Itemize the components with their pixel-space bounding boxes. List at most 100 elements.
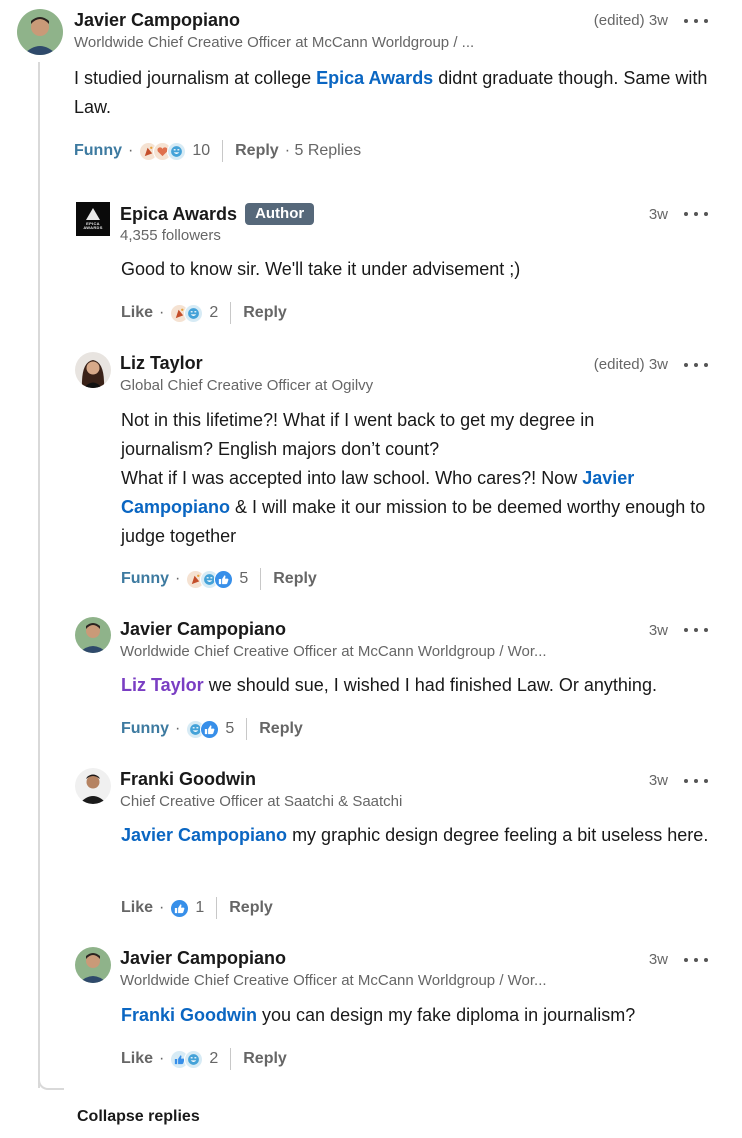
author-headline: Worldwide Chief Creative Officer at McCa…	[74, 34, 475, 51]
divider	[216, 897, 218, 919]
reaction-count[interactable]: 5	[239, 570, 248, 588]
reaction-button[interactable]: Funny	[121, 570, 169, 588]
reactions-summary[interactable]	[186, 569, 234, 589]
funny-icon	[184, 1049, 204, 1069]
author-headline: Worldwide Chief Creative Officer at McCa…	[120, 643, 547, 660]
author-name[interactable]: Liz Taylor	[120, 353, 203, 374]
mention-link[interactable]: Franki Goodwin	[121, 1005, 257, 1025]
divider	[230, 1048, 232, 1070]
reaction-button[interactable]: Funny	[74, 142, 122, 160]
more-options-icon[interactable]	[684, 13, 708, 29]
separator-dot: ·	[159, 304, 165, 321]
author-headline: Worldwide Chief Creative Officer at McCa…	[120, 972, 547, 989]
replies-count-link[interactable]: · 5 Replies	[285, 142, 361, 160]
separator-dot: ·	[159, 899, 165, 916]
avatar[interactable]	[75, 617, 111, 653]
comment-text-part: we should sue, I wished I had finished L…	[203, 675, 657, 695]
reaction-count[interactable]: 10	[192, 142, 210, 160]
mention-link[interactable]: Javier Campopiano	[121, 825, 287, 845]
comment-timestamp: (edited) 3w	[594, 356, 668, 373]
more-options-icon[interactable]	[684, 206, 708, 222]
like-button[interactable]: Like	[121, 1050, 153, 1068]
divider	[260, 568, 262, 590]
reply-button[interactable]: Reply	[235, 142, 279, 160]
comment-line: What if I was accepted into law school. …	[121, 464, 711, 551]
comment-timestamp: (edited) 3w	[594, 12, 668, 29]
edited-label: (edited)	[593, 12, 645, 29]
avatar[interactable]	[75, 352, 111, 388]
comment-text-part: you can design my fake diploma in journa…	[257, 1005, 636, 1025]
reaction-count[interactable]: 2	[209, 304, 218, 322]
comment-text: Franki Goodwin you can design my fake di…	[121, 1001, 721, 1030]
comment-actions: Funny · 5 Reply	[121, 718, 303, 740]
like-button[interactable]: Like	[121, 304, 153, 322]
reaction-count[interactable]: 1	[195, 899, 204, 917]
reply-button[interactable]: Reply	[259, 720, 303, 738]
thread-line-end	[38, 1078, 64, 1090]
author-name[interactable]: Franki Goodwin	[120, 769, 256, 790]
comment-text: Javier Campopiano my graphic design degr…	[121, 821, 731, 850]
time-label: 3w	[648, 356, 668, 373]
reaction-count[interactable]: 2	[209, 1050, 218, 1068]
author-name[interactable]: Javier Campopiano	[74, 10, 240, 31]
reply-button[interactable]: Reply	[273, 570, 317, 588]
avatar[interactable]	[17, 9, 63, 55]
company-logo[interactable]: EPICA AWARDS	[76, 202, 110, 236]
more-options-icon[interactable]	[684, 622, 708, 638]
author-name[interactable]: Epica Awards	[120, 204, 237, 225]
comment-text-part: I studied journalism at college	[74, 68, 317, 88]
more-options-icon[interactable]	[684, 773, 708, 789]
avatar[interactable]	[75, 768, 111, 804]
comment-actions: Like · 2 Reply	[121, 1048, 287, 1070]
comment-actions: Like · 1 Reply	[121, 897, 273, 919]
avatar[interactable]	[75, 947, 111, 983]
reaction-count[interactable]: 5	[225, 720, 234, 738]
comment-actions: Funny · 5 Reply	[121, 568, 317, 590]
separator-dot: ·	[175, 570, 181, 587]
reply-button[interactable]: Reply	[229, 899, 273, 917]
comment-text: Not in this lifetime?! What if I went ba…	[121, 406, 711, 551]
comment-actions: Funny · 10 Reply · 5 Replies	[74, 140, 361, 162]
reaction-button[interactable]: Funny	[121, 720, 169, 738]
comment-line: journalism? English majors don’t count?	[121, 439, 440, 459]
divider	[246, 718, 248, 740]
more-options-icon[interactable]	[684, 357, 708, 373]
author-name[interactable]: Javier Campopiano	[120, 619, 286, 640]
edited-label: (edited)	[593, 356, 645, 373]
reply-button[interactable]: Reply	[243, 1050, 287, 1068]
like-icon	[170, 898, 190, 918]
reply-button[interactable]: Reply	[243, 304, 287, 322]
collapse-replies-button[interactable]: Collapse replies	[77, 1108, 200, 1126]
author-name[interactable]: Javier Campopiano	[120, 948, 286, 969]
separator-dot: ·	[128, 142, 134, 159]
comment-actions: Like · 2 Reply	[121, 302, 287, 324]
reactions-summary[interactable]	[139, 141, 187, 161]
author-badge: Author	[245, 203, 315, 225]
divider	[222, 140, 224, 162]
comment-text: I studied journalism at college Epica Aw…	[74, 64, 714, 122]
comment-timestamp: 3w	[648, 772, 668, 789]
funny-icon	[167, 141, 187, 161]
funny-icon	[184, 303, 204, 323]
comment-line: Not in this lifetime?! What if I went ba…	[121, 410, 595, 430]
time-label: 3w	[648, 12, 668, 29]
thread-line	[38, 62, 40, 1088]
logo-mark	[86, 208, 100, 220]
reactions-summary[interactable]	[170, 1049, 204, 1069]
mention-link[interactable]: Epica Awards	[316, 68, 433, 88]
more-options-icon[interactable]	[684, 952, 708, 968]
mention-link[interactable]: Liz Taylor	[121, 675, 204, 695]
comment-timestamp: 3w	[648, 622, 668, 639]
like-button[interactable]: Like	[121, 899, 153, 917]
author-headline: Global Chief Creative Officer at Ogilvy	[120, 377, 374, 394]
divider	[230, 302, 232, 324]
comment-text: Liz Taylor we should sue, I wished I had…	[121, 671, 721, 700]
separator-dot: ·	[159, 1050, 165, 1067]
reactions-summary[interactable]	[170, 898, 190, 918]
like-icon	[214, 569, 234, 589]
comment-text: Good to know sir. We'll take it under ad…	[121, 259, 521, 279]
reactions-summary[interactable]	[170, 303, 204, 323]
separator-dot: ·	[175, 720, 181, 737]
reactions-summary[interactable]	[186, 719, 220, 739]
author-headline: Chief Creative Officer at Saatchi & Saat…	[120, 793, 403, 810]
